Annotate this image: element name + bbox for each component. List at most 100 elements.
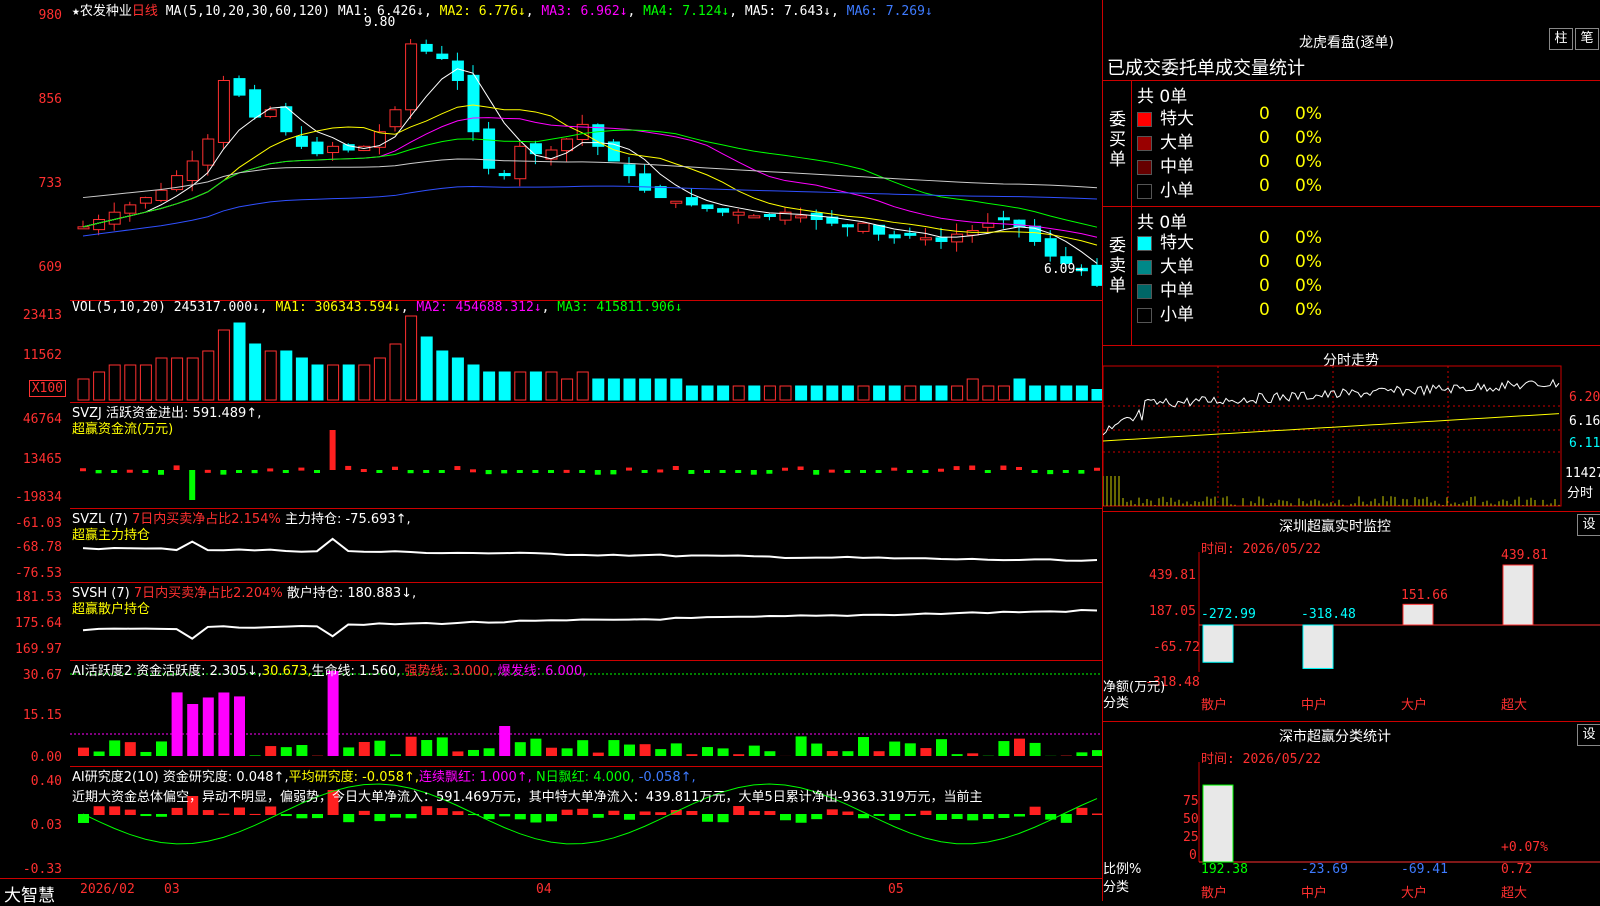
candle-body	[686, 198, 697, 205]
research-bar	[811, 814, 822, 819]
activity-bar	[140, 752, 151, 756]
volume-bar	[842, 386, 853, 400]
candle-body	[234, 79, 245, 96]
ai-activity-chart[interactable]: AI活跃度2 资金活跃度: 2.305↓,30.673,生命线: 1.560, …	[70, 660, 1102, 767]
candle-body	[250, 90, 261, 117]
date-label: 04	[536, 882, 552, 897]
volume-bar	[1076, 386, 1087, 400]
axis-tick: 30.67	[23, 668, 62, 683]
date-label: 2026/02	[80, 882, 135, 897]
volume-bar	[1014, 379, 1025, 400]
volume-bar	[983, 386, 994, 400]
activity-bar	[125, 742, 136, 756]
fund-flow-bar	[205, 470, 211, 473]
sz-class-panel: 深市超赢分类统计 设 时间: 2026/05/22 75 50 25 0 +0.…	[1102, 721, 1600, 901]
row-label: 特大	[1160, 233, 1194, 253]
activity-bar	[499, 726, 510, 756]
fund-flow-bar	[283, 470, 289, 473]
fund-flow-bar	[423, 470, 429, 473]
category-label: 大户	[1401, 694, 1427, 713]
svzl-chart[interactable]: SVZL (7) 7日内买卖净占比2.154% 主力持仓: -75.693↑, …	[70, 508, 1102, 583]
activity-bar	[1076, 752, 1087, 756]
fund-flow-bar	[922, 470, 928, 473]
fund-flow-bar	[969, 466, 975, 470]
volume-bar	[952, 386, 963, 400]
research-bar	[203, 810, 214, 815]
fund-flow-bar	[1078, 470, 1084, 474]
fund-flow-bar	[532, 470, 538, 473]
candle-body	[218, 80, 229, 142]
research-bar	[140, 814, 151, 816]
svsh-chart[interactable]: SVSH (7) 7日内买卖净占比2.204% 散户持仓: 180.883↓, …	[70, 582, 1102, 661]
axis-tick: 609	[39, 260, 62, 275]
intraday-panel[interactable]: 分时走势 6.20 6.16 6.11 11427 分时	[1102, 345, 1600, 512]
volume-bar	[452, 358, 463, 400]
activity-bar	[749, 746, 760, 756]
candlestick-chart	[70, 0, 1102, 300]
net-bar	[1303, 625, 1333, 668]
volume-bar	[811, 386, 822, 400]
svzj-subtitle: 超赢资金流(万元)	[72, 418, 173, 437]
buy-row: 中单00%	[1137, 152, 1597, 177]
axis-tick: 46764	[23, 412, 62, 427]
low-marker: 6.09→	[1044, 262, 1083, 277]
axis-tick: 733	[39, 176, 62, 191]
volume-bar	[905, 386, 916, 400]
axis-tick: 13465	[23, 452, 62, 467]
research-bar	[1014, 814, 1025, 817]
tick-mode-button[interactable]: 笔	[1575, 28, 1599, 50]
axis-tick: 980	[39, 8, 62, 23]
category-label: 中户	[1301, 694, 1327, 713]
color-swatch-icon	[1137, 160, 1152, 175]
research-bar	[796, 814, 807, 823]
fund-flow-bar	[80, 468, 86, 471]
axis-tick: 11562	[23, 348, 62, 363]
row-count: 0	[1259, 128, 1270, 148]
bar-value: -272.99	[1201, 607, 1256, 622]
research-bar	[218, 814, 229, 815]
color-swatch-icon	[1137, 136, 1152, 151]
activity-bar	[187, 704, 198, 756]
volume-bar	[359, 365, 370, 400]
research-bar	[515, 814, 526, 819]
volume-bar	[655, 379, 666, 400]
volume-bar	[281, 351, 292, 400]
volume-bar	[406, 316, 417, 400]
fund-flow-bar	[1032, 470, 1038, 473]
volume-bar	[796, 386, 807, 400]
candle-body	[328, 146, 339, 152]
bar-mode-button[interactable]: 柱	[1549, 28, 1573, 50]
candle-body	[718, 209, 729, 213]
axis-tick: 169.97	[15, 642, 62, 657]
activity-bar	[234, 696, 245, 756]
research-bar	[437, 808, 448, 815]
svzl-axis: -61.03 -68.78 -76.53	[0, 508, 68, 582]
volume-bar	[484, 372, 495, 400]
candle-body	[764, 214, 775, 216]
activity-bar	[172, 692, 183, 756]
ai-research-chart[interactable]: AI研究度2(10) 资金研究度: 0.048↑,平均研究度: -0.058↑,…	[70, 766, 1102, 879]
ratio-bar	[1203, 785, 1233, 862]
price-chart[interactable]: ★农发种业日线 MA(5,10,20,30,60,120) MA1: 6.426…	[70, 0, 1102, 301]
fund-flow-bar	[376, 470, 382, 473]
fund-flow-bar	[610, 470, 616, 474]
net-bar	[1503, 565, 1533, 625]
net-bar	[1203, 625, 1233, 662]
volume-bar	[967, 379, 978, 400]
row-percent: 0%	[1295, 176, 1322, 196]
activity-bar	[530, 739, 541, 756]
fund-flow-bar	[314, 470, 320, 473]
svsh-axis: 181.53 175.64 169.97	[0, 582, 68, 660]
axis-tick: 0.00	[31, 750, 62, 765]
activity-bar	[686, 754, 697, 756]
svzj-chart[interactable]: SVZJ 活跃资金进出: 591.489↑, 超赢资金流(万元)	[70, 402, 1102, 509]
research-bar	[624, 814, 635, 820]
buy-side-label: 委买单	[1109, 110, 1127, 170]
volume-bar	[874, 386, 885, 400]
research-bar	[733, 806, 744, 815]
row-count: 0	[1259, 252, 1270, 272]
stock-name: 农发种业	[80, 4, 132, 19]
activity-bar	[640, 744, 651, 756]
volume-chart[interactable]: VOL(5,10,20) 245317.000↓, MA1: 306343.59…	[70, 300, 1102, 403]
activity-bar	[905, 743, 916, 756]
